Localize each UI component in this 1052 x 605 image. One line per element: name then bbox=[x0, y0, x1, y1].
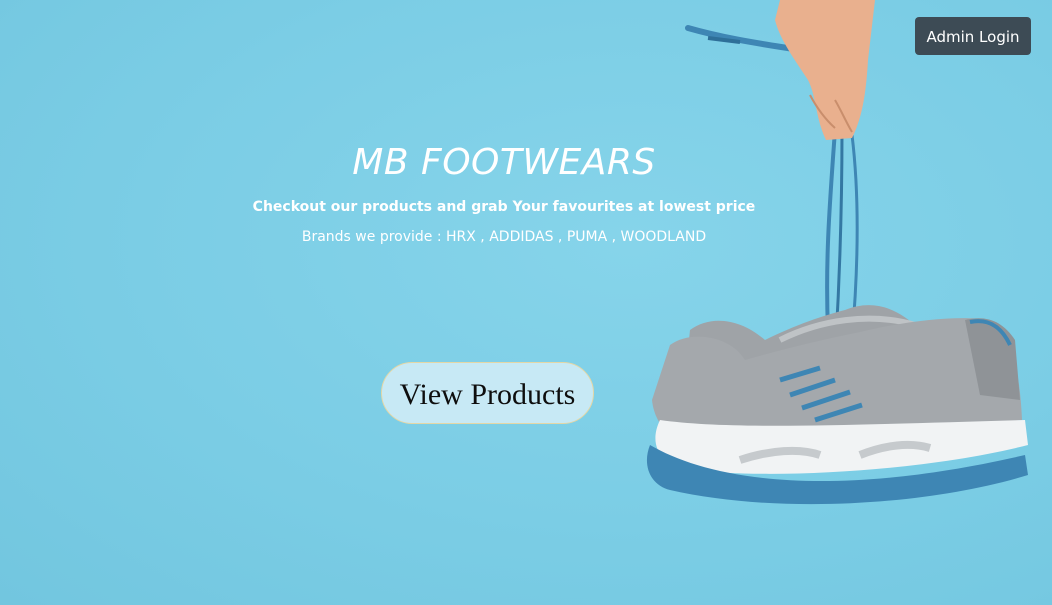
admin-login-button[interactable]: Admin Login bbox=[915, 17, 1031, 55]
view-products-button[interactable]: View Products bbox=[381, 362, 594, 424]
hero-tagline: Checkout our products and grab Your favo… bbox=[252, 199, 756, 215]
hero-shoe-image bbox=[646, 0, 1028, 505]
brands-list: Brands we provide : HRX , ADDIDAS , PUMA… bbox=[301, 229, 707, 245]
site-title: MB FOOTWEARS bbox=[352, 142, 656, 183]
